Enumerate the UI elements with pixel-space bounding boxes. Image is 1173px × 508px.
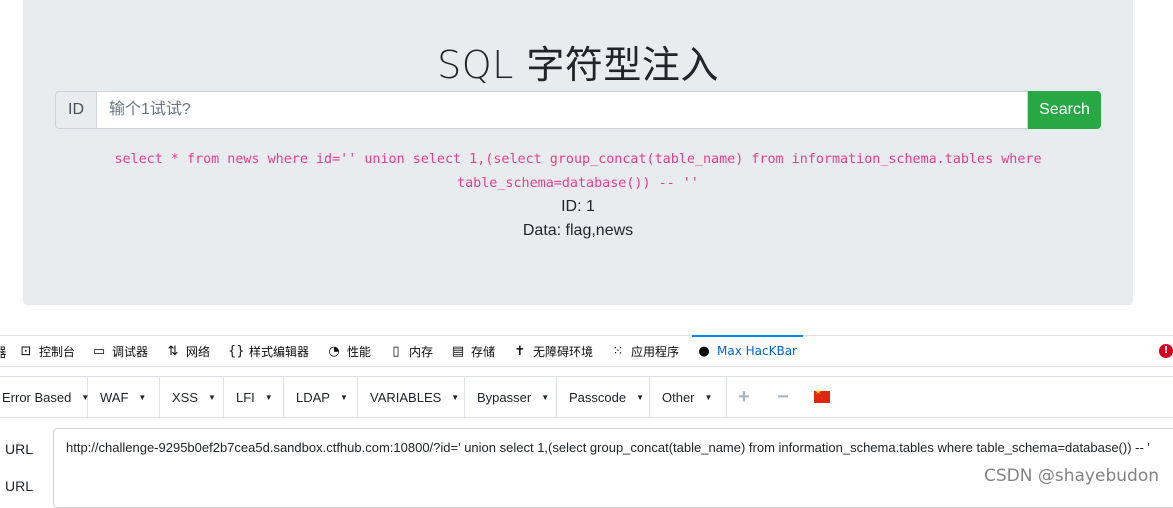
china-flag-icon[interactable] (814, 388, 830, 403)
caret-down-icon: ▼ (138, 392, 147, 402)
menu-lfi[interactable]: LFI ▼ (224, 377, 284, 417)
console-icon: ⊡ (20, 343, 32, 359)
page-title: SQL 字符型注入 (437, 43, 719, 87)
tab-label: 性能 (347, 344, 372, 359)
search-form: ID Search (55, 91, 1101, 129)
error-count-badge[interactable]: ! (1159, 344, 1173, 358)
tab-label: 存储 (471, 344, 496, 359)
application-icon: ⁙ (612, 343, 624, 359)
tab-storage[interactable]: ▤ 存储 (450, 336, 495, 366)
url-label-secondary: URL (5, 478, 34, 494)
menu-label: WAF (100, 389, 129, 405)
performance-icon: ◔ (328, 343, 340, 359)
remove-icon[interactable]: − (777, 377, 789, 417)
network-icon: ⇅ (167, 343, 179, 359)
caret-down-icon: ▼ (339, 392, 348, 402)
tab-performance[interactable]: ◔ 性能 (326, 336, 371, 366)
tab-partial-left[interactable]: 器 (0, 336, 8, 366)
devtools-tab-bar: 器 ⊡ 控制台 ▭ 调试器 ⇅ 网络 {} 样式编辑器 ◔ 性能 ▯ 内存 ▤ … (0, 335, 1173, 367)
tab-style-editor[interactable]: {} 样式编辑器 (228, 336, 309, 366)
hackbar-toolbar: Error Based ▼ WAF ▼ XSS ▼ LFI ▼ LDAP ▼ VARIAB… (0, 376, 1173, 418)
page-jumbotron: SQL 字符型注入 ID Search select * from news w… (23, 0, 1133, 305)
tab-application[interactable]: ⁙ 应用程序 (610, 336, 679, 366)
menu-label: LFI (236, 389, 255, 405)
menu-label: Error Based (2, 389, 72, 405)
style-editor-icon: {} (228, 343, 245, 359)
menu-xss[interactable]: XSS ▼ (160, 377, 224, 417)
url-label: URL (5, 441, 34, 457)
tab-accessibility[interactable]: ✝ 无障碍环境 (512, 336, 593, 366)
tab-label: 应用程序 (631, 344, 680, 359)
tab-label: 无障碍环境 (533, 344, 594, 359)
accessibility-icon: ✝ (514, 343, 526, 359)
tab-label: 样式编辑器 (249, 344, 310, 359)
result-data: Data: flag,news (522, 222, 634, 239)
id-input[interactable] (96, 91, 1028, 129)
menu-label: Other (662, 389, 695, 405)
menu-label: Bypasser (477, 389, 532, 405)
partial-tab-icon: 器 (0, 342, 8, 361)
tab-debugger[interactable]: ▭ 调试器 (91, 336, 148, 366)
tab-console[interactable]: ⊡ 控制台 (18, 336, 75, 366)
tab-label: 控制台 (39, 344, 76, 359)
id-prefix-label: ID (55, 91, 96, 129)
hackbar-icon: ● (698, 343, 710, 359)
tab-label: 调试器 (112, 344, 149, 359)
tab-label: Max HacKBar (717, 344, 797, 358)
tab-label: 内存 (409, 344, 434, 359)
add-icon[interactable]: + (738, 377, 750, 417)
caret-down-icon: ▼ (264, 392, 273, 402)
caret-down-icon: ▼ (451, 392, 460, 402)
search-button[interactable]: Search (1028, 91, 1101, 129)
csdn-watermark: CSDN @shayebudon (984, 466, 1159, 486)
sql-query-line-2: table_schema=database()) -- '' (457, 176, 699, 191)
caret-down-icon: ▼ (208, 392, 216, 402)
menu-other[interactable]: Other ▼ (650, 377, 727, 417)
sql-query-line-1: select * from news where id='' union sel… (114, 152, 1042, 167)
debugger-icon: ▭ (92, 343, 106, 359)
caret-down-icon: ▼ (541, 392, 550, 402)
menu-waf[interactable]: WAF ▼ (88, 377, 160, 417)
storage-icon: ▤ (451, 343, 465, 359)
tab-memory[interactable]: ▯ 内存 (388, 336, 433, 366)
memory-icon: ▯ (392, 343, 400, 359)
menu-passcode[interactable]: Passcode ▼ (557, 377, 650, 417)
tab-label: 网络 (186, 344, 211, 359)
menu-label: LDAP (296, 389, 330, 405)
tab-max-hackbar[interactable]: ● Max HacKBar (692, 335, 803, 366)
menu-bypasser[interactable]: Bypasser ▼ (465, 377, 557, 417)
menu-label: Passcode (569, 389, 627, 405)
result-id: ID: 1 (561, 198, 595, 215)
caret-down-icon: ▼ (636, 392, 645, 402)
caret-down-icon: ▼ (704, 392, 713, 402)
menu-variables[interactable]: VARIABLES ▼ (358, 377, 465, 417)
menu-label: XSS (172, 389, 199, 405)
menu-ldap[interactable]: LDAP ▼ (284, 377, 358, 417)
sql-query-display: select * from news where id='' union sel… (103, 148, 1053, 196)
tab-network[interactable]: ⇅ 网络 (165, 336, 210, 366)
menu-label: VARIABLES (370, 389, 442, 405)
menu-error-based[interactable]: Error Based ▼ (0, 377, 89, 417)
